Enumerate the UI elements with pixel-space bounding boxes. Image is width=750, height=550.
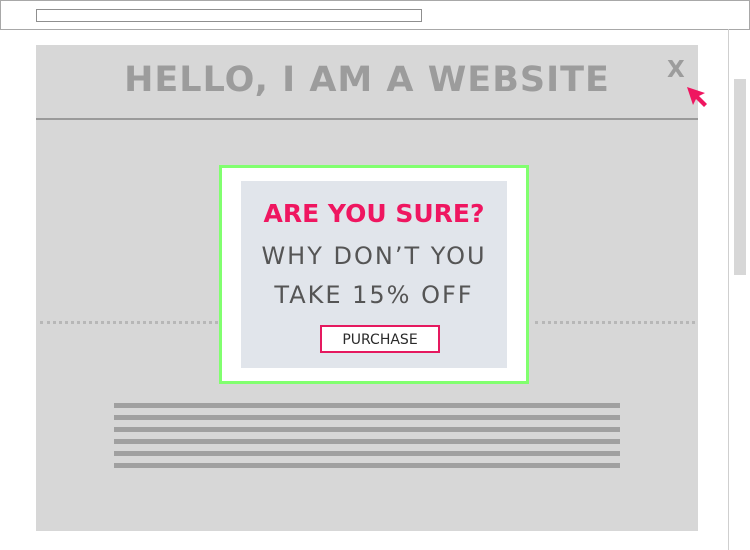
close-icon[interactable]: X xyxy=(667,56,685,84)
promo-modal: ARE YOU SURE? WHY DON’T YOU TAKE 15% OFF… xyxy=(219,165,529,384)
scrollbar-thumb[interactable] xyxy=(734,79,746,275)
scroll-track xyxy=(728,29,729,550)
content-lines xyxy=(114,403,620,475)
header-divider xyxy=(36,118,698,120)
screen: HELLO, I AM A WEBSITE X ARE YOU SURE? WH… xyxy=(0,0,750,550)
content-line xyxy=(114,403,620,408)
content-line xyxy=(114,463,620,468)
content-line xyxy=(114,451,620,456)
promo-panel: ARE YOU SURE? WHY DON’T YOU TAKE 15% OFF… xyxy=(241,181,507,368)
page-title: HELLO, I AM A WEBSITE xyxy=(124,60,610,100)
modal-line-2: TAKE 15% OFF xyxy=(274,281,474,309)
content-line xyxy=(114,415,620,420)
dotted-divider-left xyxy=(40,321,218,324)
address-bar[interactable] xyxy=(36,9,422,22)
cursor-arrow-icon xyxy=(687,87,707,107)
browser-top-bar xyxy=(0,0,750,30)
modal-heading: ARE YOU SURE? xyxy=(263,199,485,228)
content-line xyxy=(114,427,620,432)
dotted-divider-right xyxy=(535,321,695,324)
content-line xyxy=(114,439,620,444)
purchase-button[interactable]: PURCHASE xyxy=(320,325,440,353)
modal-line-1: WHY DON’T YOU xyxy=(261,242,487,270)
